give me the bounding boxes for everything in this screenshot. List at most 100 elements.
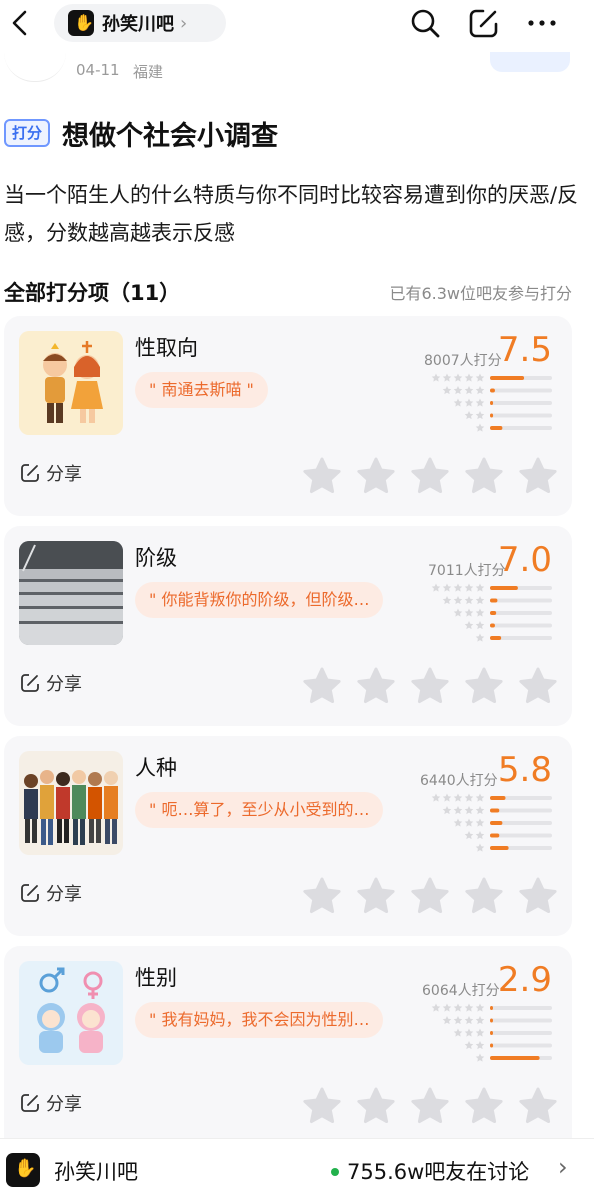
gender-symbols-illustration (19, 961, 123, 1065)
mini-star-icon (453, 818, 463, 827)
participants-count: 已有6.3w位吧友参与打分 (389, 284, 572, 303)
follow-button[interactable] (490, 52, 570, 72)
chevron-right-icon: › (180, 12, 188, 34)
rating-star-icon (411, 1087, 449, 1124)
mini-star-icon (475, 1028, 485, 1037)
mini-star-icon (442, 373, 452, 382)
rating-star-icon (519, 457, 557, 494)
top-comment-bubble[interactable]: " 呃…算了，至少从小受到的… (135, 792, 384, 828)
rating-card[interactable]: 阶级 " 你能背叛你的阶级，但阶级… 7011人打分 7.0 分享 (4, 526, 572, 726)
share-edit-icon (21, 674, 39, 692)
mini-star-icon (464, 583, 474, 592)
share-label: 分享 (46, 884, 82, 905)
more-icon[interactable] (525, 6, 559, 40)
star-rating-input[interactable] (300, 876, 562, 916)
rating-star-icon (303, 667, 341, 704)
distribution-fill (490, 611, 497, 615)
bottom-forum-bar[interactable]: ✋ 孙笑川吧 755.6w吧友在讨论 › (0, 1138, 594, 1200)
mini-star-icon (475, 831, 485, 840)
distribution-track (490, 1006, 552, 1010)
mini-star-icon (453, 386, 463, 395)
distribution-track (490, 401, 552, 405)
distribution-fill (490, 796, 506, 800)
distribution-fill (490, 598, 498, 603)
mini-star-icon (475, 1041, 485, 1050)
share-edit-icon (21, 1094, 39, 1112)
item-name: 性取向 (135, 336, 198, 360)
share-button[interactable]: 分享 (20, 880, 82, 906)
rating-tag: 打分 (4, 119, 51, 147)
star-rating-input[interactable] (300, 1086, 562, 1126)
distribution-fill (490, 623, 495, 628)
score-value: 7.0 (497, 540, 552, 580)
distribution-fill (490, 376, 525, 380)
share-label: 分享 (46, 1094, 82, 1115)
share-button[interactable]: 分享 (20, 1090, 82, 1116)
search-icon[interactable] (408, 6, 442, 40)
score-distribution (431, 583, 552, 642)
mini-star-icon (475, 583, 485, 592)
raters-count: 6440人打分 (420, 773, 498, 789)
distribution-fill (490, 401, 494, 405)
distribution-fill (490, 413, 494, 418)
score-distribution (431, 373, 552, 432)
raters-count: 8007人打分 (424, 353, 502, 369)
forum-logo-icon: ✋ (6, 1153, 40, 1187)
mini-star-icon (442, 583, 452, 592)
mini-star-icon (453, 398, 463, 407)
top-comment-bubble[interactable]: " 南通去斯喵 " (135, 372, 268, 408)
mini-star-icon (442, 793, 452, 802)
rating-card[interactable]: 性别 " 我有妈妈，我不会因为性别… 6064人打分 2.9 分享 (4, 946, 572, 1138)
mini-star-icon (475, 621, 485, 630)
mini-star-icon (453, 373, 463, 382)
rating-card[interactable]: 人种 " 呃…算了，至少从小受到的… 6440人打分 5.8 分享 (4, 736, 572, 936)
rating-star-icon (357, 457, 395, 494)
mini-star-icon (475, 608, 485, 617)
rating-star-icon (519, 877, 557, 914)
item-name: 性别 (135, 966, 177, 990)
distribution-fill (490, 1018, 493, 1023)
mini-star-icon (464, 1016, 474, 1025)
rating-star-icon (303, 1087, 341, 1124)
back-arrow-icon[interactable] (8, 8, 32, 38)
rating-star-icon (465, 457, 503, 494)
edit-icon[interactable] (467, 6, 501, 40)
mini-star-icon (453, 583, 463, 592)
mini-star-icon (475, 1053, 485, 1062)
mini-star-icon (442, 1016, 452, 1025)
distribution-fill (490, 1056, 540, 1060)
share-button[interactable]: 分享 (20, 670, 82, 696)
star-rating-input[interactable] (300, 666, 562, 706)
top-comment-bubble[interactable]: " 我有妈妈，我不会因为性别… (135, 1002, 384, 1038)
distribution-fill (490, 426, 503, 430)
score-value: 5.8 (497, 750, 552, 790)
mini-star-icon (464, 411, 474, 420)
mini-star-icon (464, 398, 474, 407)
distribution-track (490, 1018, 552, 1023)
distribution-fill (490, 1043, 494, 1048)
mini-star-icon (464, 1041, 474, 1050)
top-nav: ✋ 孙笑川吧 › (0, 0, 594, 48)
chevron-right-icon[interactable]: › (558, 1153, 568, 1181)
mini-star-icon (464, 608, 474, 617)
rating-star-icon (303, 877, 341, 914)
raters-count: 6064人打分 (422, 983, 500, 999)
rating-star-icon (411, 877, 449, 914)
mini-star-icon (464, 1028, 474, 1037)
star-rating-input[interactable] (300, 456, 562, 496)
rating-star-icon (519, 667, 557, 704)
forum-entry-pill[interactable]: ✋ 孙笑川吧 › (54, 4, 226, 42)
post-title: 想做个社会小调查 (62, 121, 278, 152)
distribution-track (490, 623, 552, 628)
mini-star-icon (475, 386, 485, 395)
mini-star-icon (453, 806, 463, 815)
distribution-track (490, 598, 552, 603)
discussion-count: 755.6w吧友在讨论 (347, 1160, 530, 1184)
share-button[interactable]: 分享 (20, 460, 82, 486)
rating-star-icon (465, 1087, 503, 1124)
distribution-track (490, 1031, 552, 1035)
top-comment-bubble[interactable]: " 你能背叛你的阶级，但阶级… (135, 582, 384, 618)
mini-star-icon (431, 583, 441, 592)
mini-star-icon (475, 398, 485, 407)
rating-card[interactable]: 性取向 " 南通去斯喵 " 8007人打分 7.5 分享 (4, 316, 572, 516)
